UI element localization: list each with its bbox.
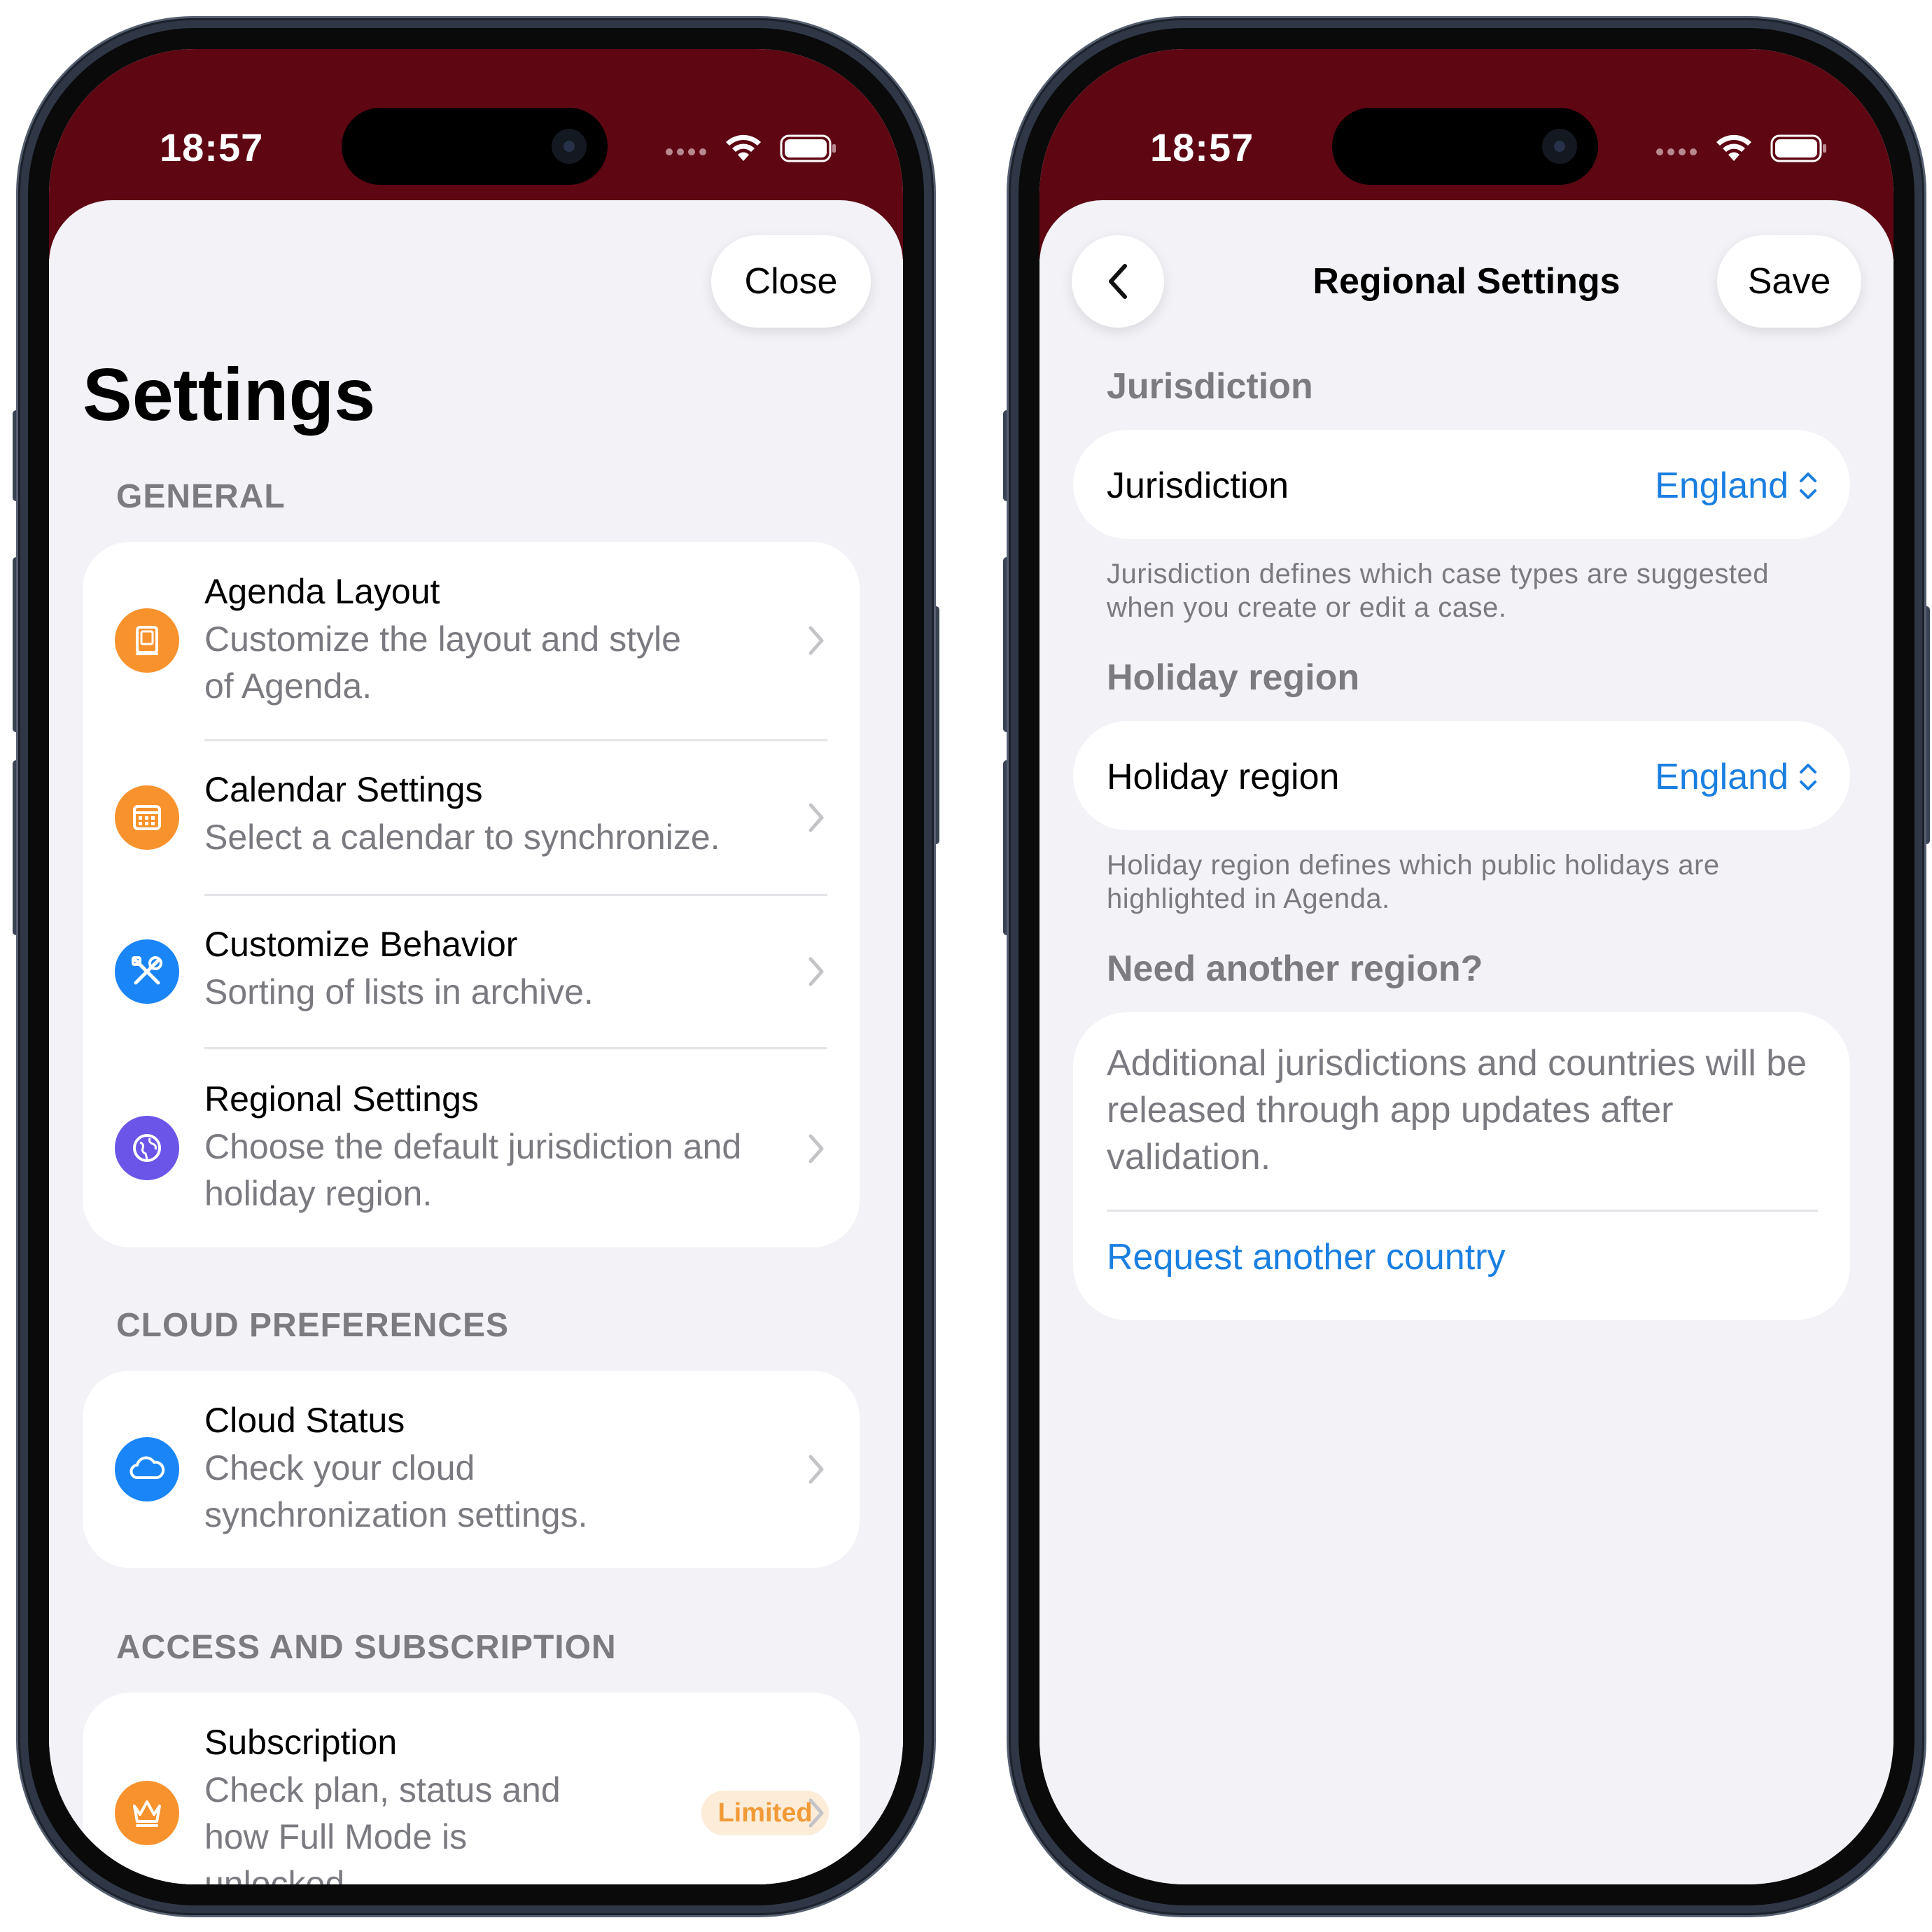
cloud-card: Cloud Status Check your cloud synchroniz… xyxy=(83,1371,860,1568)
section-header-access: ACCESS AND SUBSCRIPTION xyxy=(116,1629,617,1666)
crown-icon xyxy=(115,1781,179,1845)
settings-row-cloud-status[interactable]: Cloud Status Check your cloud synchroniz… xyxy=(83,1371,860,1568)
row-title: Customize Behavior xyxy=(204,925,518,964)
row-title: Calendar Settings xyxy=(204,770,483,809)
tools-icon xyxy=(115,939,179,1004)
regional-settings-screen: 18:57 Regional Settings Save Jurisdictio… xyxy=(1040,49,1893,1884)
holiday-region-footnote: Holiday region defines which public holi… xyxy=(1107,850,1720,914)
request-country-link[interactable]: Request another country xyxy=(1107,1236,1505,1278)
settings-row-regional-settings[interactable]: Regional Settings Choose the default jur… xyxy=(83,1049,860,1247)
row-subtitle: Check plan, status and how Full Mode is … xyxy=(204,1770,561,1884)
cellular-signal-icon xyxy=(1656,148,1697,155)
page-title: Settings xyxy=(83,354,376,436)
chevron-right-icon xyxy=(808,1455,824,1484)
close-button[interactable]: Close xyxy=(711,235,871,328)
chevron-right-icon xyxy=(808,1134,824,1163)
row-divider xyxy=(1107,1210,1818,1212)
picker-value-text: England xyxy=(1655,757,1788,797)
settings-row-subscription[interactable]: Subscription Check plan, status and how … xyxy=(83,1693,860,1884)
chevron-right-icon xyxy=(808,957,824,986)
row-subtitle: Sorting of lists in archive. xyxy=(204,972,594,1011)
chevron-right-icon xyxy=(808,803,824,832)
picker-label: Holiday region xyxy=(1107,757,1340,797)
settings-row-calendar-settings[interactable]: Calendar Settings Select a calendar to s… xyxy=(83,741,860,894)
section-header-holiday-region: Holiday region xyxy=(1107,657,1360,698)
row-title: Subscription xyxy=(204,1723,398,1762)
regional-sheet: Regional Settings Save Jurisdiction Juri… xyxy=(1040,200,1893,1884)
phone-right: 18:57 Regional Settings Save Jurisdictio… xyxy=(1003,18,1930,1915)
wifi-icon xyxy=(726,134,761,161)
dynamic-island xyxy=(1332,108,1598,185)
settings-row-customize-behavior[interactable]: Customize Behavior Sorting of lists in a… xyxy=(83,896,860,1047)
row-subtitle: Choose the default jurisdiction and holi… xyxy=(204,1127,742,1213)
phone-left: 18:57 Close Settings GENERAL Agenda Layo… xyxy=(13,18,939,1915)
row-subtitle: Customize the layout and style of Agenda… xyxy=(204,620,681,706)
row-title: Agenda Layout xyxy=(204,572,440,611)
status-time: 18:57 xyxy=(160,125,264,169)
wifi-icon xyxy=(1716,134,1751,161)
battery-icon xyxy=(780,134,836,162)
cloud-icon xyxy=(115,1437,179,1502)
status-icons xyxy=(1656,132,1837,167)
picker-value[interactable]: England xyxy=(1655,465,1818,507)
section-header-general: GENERAL xyxy=(116,478,286,515)
picker-value[interactable]: England xyxy=(1655,756,1818,798)
subscription-card: Subscription Check plan, status and how … xyxy=(83,1693,860,1884)
status-time: 18:57 xyxy=(1150,125,1254,169)
section-header-another-region: Need another region? xyxy=(1107,948,1483,989)
book-icon xyxy=(115,608,179,673)
save-button[interactable]: Save xyxy=(1717,235,1861,328)
chevron-up-down-icon xyxy=(1800,472,1816,499)
another-region-card: Additional jurisdictions and countries w… xyxy=(1073,1012,1850,1320)
chevron-right-icon xyxy=(808,626,824,655)
picker-label: Jurisdiction xyxy=(1107,465,1289,506)
section-header-jurisdiction: Jurisdiction xyxy=(1107,366,1313,407)
chevron-up-down-icon xyxy=(1800,764,1816,790)
picker-value-text: England xyxy=(1655,465,1788,506)
info-text: Additional jurisdictions and countries w… xyxy=(1107,1043,1807,1177)
chevron-right-icon xyxy=(808,1798,824,1828)
settings-sheet: Close Settings GENERAL Agenda Layout Cus… xyxy=(49,200,903,1884)
row-subtitle: Check your cloud synchronization setting… xyxy=(204,1448,588,1534)
dynamic-island xyxy=(342,108,608,185)
general-card: Agenda Layout Customize the layout and s… xyxy=(83,542,860,1247)
row-subtitle: Select a calendar to synchronize. xyxy=(204,818,720,857)
section-header-cloud: CLOUD PREFERENCES xyxy=(116,1307,510,1344)
calendar-icon xyxy=(115,785,179,850)
settings-row-agenda-layout[interactable]: Agenda Layout Customize the layout and s… xyxy=(83,542,860,739)
settings-screen: 18:57 Close Settings GENERAL Agenda Layo… xyxy=(49,49,903,1884)
row-title: Cloud Status xyxy=(204,1401,405,1440)
globe-icon xyxy=(115,1116,179,1180)
camera-icon xyxy=(552,129,587,164)
holiday-region-picker[interactable]: Holiday region England xyxy=(1073,721,1850,830)
jurisdiction-picker[interactable]: Jurisdiction England xyxy=(1073,430,1850,539)
row-title: Regional Settings xyxy=(204,1079,479,1119)
battery-icon xyxy=(1770,134,1826,162)
jurisdiction-footnote: Jurisdiction defines which case types ar… xyxy=(1107,559,1770,623)
camera-icon xyxy=(1542,129,1577,164)
status-icons xyxy=(665,132,847,167)
cellular-signal-icon xyxy=(666,148,706,155)
